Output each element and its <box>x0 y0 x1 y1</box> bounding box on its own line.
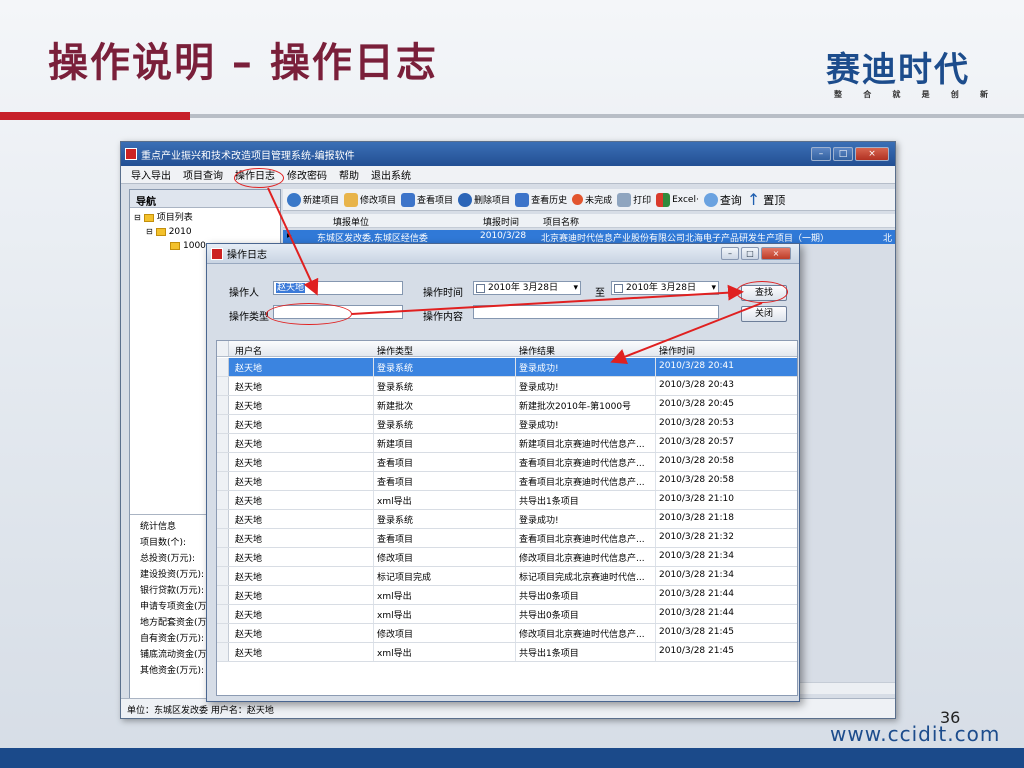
annotation-arrow <box>610 302 763 365</box>
annotation-arrow <box>267 187 319 296</box>
annotation-arrow <box>351 284 744 315</box>
annotation-arrows <box>267 187 763 365</box>
website-url: www.ccidit.com <box>830 722 1001 746</box>
bottom-band <box>0 748 1024 768</box>
